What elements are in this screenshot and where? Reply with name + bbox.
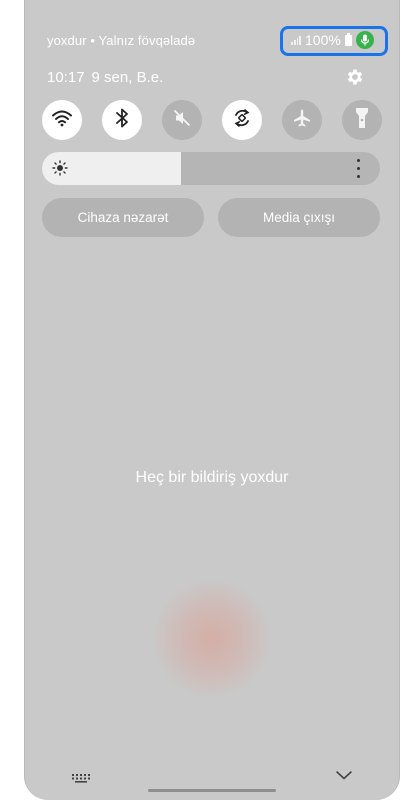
bluetooth-icon (115, 108, 129, 133)
media-output-button[interactable]: Media çıxışı (218, 198, 380, 237)
airplane-icon (292, 108, 312, 133)
battery-icon (344, 32, 352, 46)
mute-icon (172, 108, 192, 133)
signal-icon (291, 35, 301, 45)
more-vertical-icon[interactable] (357, 159, 361, 178)
status-bar: yoxdur • Yalnız fövqəladə 100% (25, 26, 399, 56)
home-indicator[interactable] (148, 789, 276, 792)
rotate-icon (231, 107, 253, 134)
no-notifications-text: Heç bir bildiriş yoxdur (135, 469, 289, 486)
auto-rotate-toggle[interactable] (222, 100, 262, 140)
wifi-toggle[interactable] (42, 100, 82, 140)
carrier-text: yoxdur • Yalnız fövqəladə (47, 33, 196, 48)
sun-icon (52, 160, 68, 181)
battery-percent: 100% (305, 32, 341, 48)
notification-panel: yoxdur • Yalnız fövqəladə 100% 10:17 9 s… (24, 0, 400, 800)
chevron-down-icon[interactable] (335, 768, 353, 786)
clock-time: 10:17 (47, 69, 85, 86)
touch-glow (153, 580, 271, 698)
date-text: 9 sen, B.e. (91, 69, 164, 86)
flashlight-toggle[interactable] (342, 100, 382, 140)
bluetooth-toggle[interactable] (102, 100, 142, 140)
sound-toggle[interactable] (162, 100, 202, 140)
date-time: 10:17 9 sen, B.e. (47, 69, 163, 86)
brightness-slider[interactable] (42, 152, 380, 185)
device-control-button[interactable]: Cihaza nəzarət (42, 198, 204, 237)
status-indicators: 100% (291, 31, 374, 49)
gear-icon[interactable] (345, 67, 365, 87)
microphone-icon[interactable] (355, 31, 374, 49)
quick-toggles (42, 100, 382, 140)
wifi-icon (51, 109, 73, 132)
airplane-toggle[interactable] (282, 100, 322, 140)
keyboard-icon[interactable] (71, 770, 91, 788)
flashlight-icon (355, 107, 369, 134)
